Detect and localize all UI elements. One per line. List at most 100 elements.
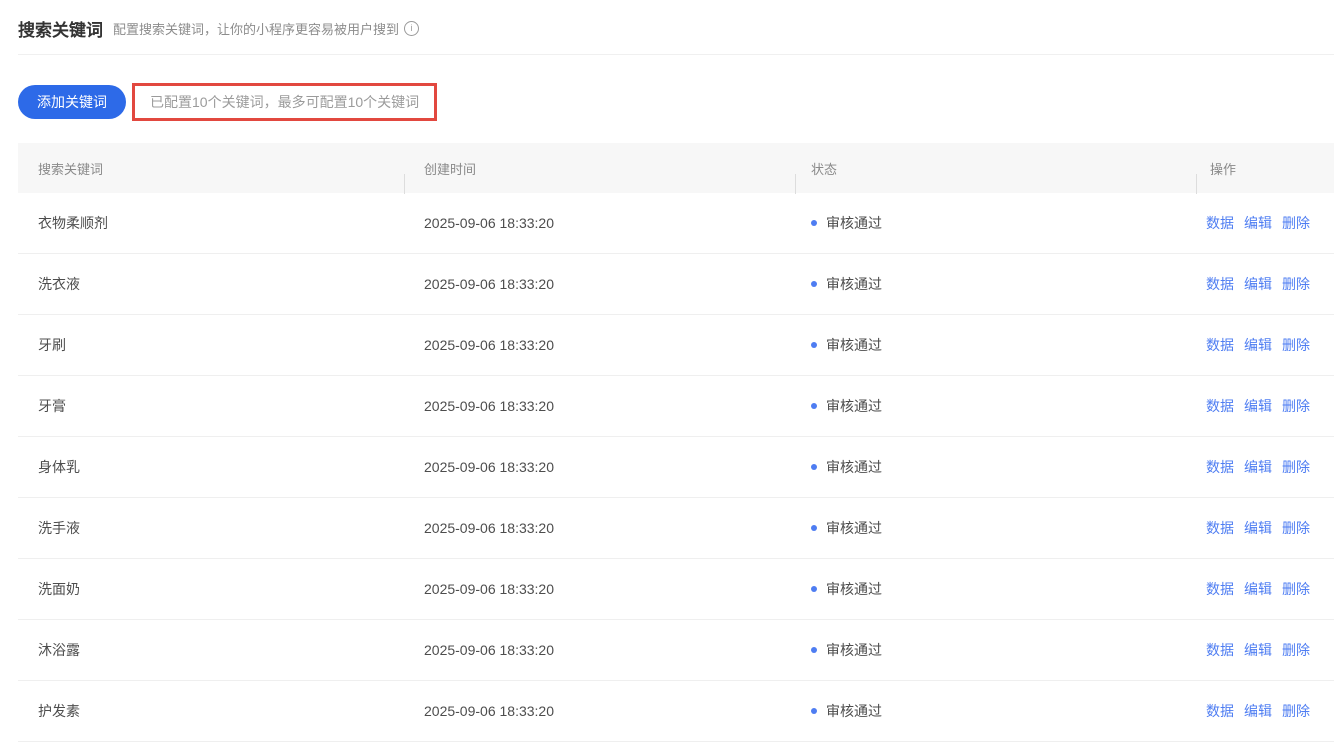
keyword-cell: 牙刷 (18, 335, 404, 355)
created-time-cell: 2025-09-06 18:33:20 (404, 215, 795, 231)
status-dot-icon (811, 281, 817, 287)
actions-cell: 数据 编辑 删除 (1196, 396, 1334, 416)
edit-link[interactable]: 编辑 (1244, 213, 1272, 233)
actions-cell: 数据 编辑 删除 (1196, 640, 1334, 660)
edit-link[interactable]: 编辑 (1244, 701, 1272, 721)
status-dot-icon (811, 647, 817, 653)
table-row: 洗手液 2025-09-06 18:33:20 审核通过 数据 编辑 删除 (18, 498, 1334, 559)
status-cell: 审核通过 (795, 213, 1196, 233)
delete-link[interactable]: 删除 (1282, 640, 1310, 660)
actions-cell: 数据 编辑 删除 (1196, 518, 1334, 538)
table-row: 洗衣液 2025-09-06 18:33:20 审核通过 数据 编辑 删除 (18, 254, 1334, 315)
table-row: 洗面奶 2025-09-06 18:33:20 审核通过 数据 编辑 删除 (18, 559, 1334, 620)
status-text: 审核通过 (826, 579, 882, 599)
status-dot-icon (811, 220, 817, 226)
delete-link[interactable]: 删除 (1282, 701, 1310, 721)
column-header-actions: 操作 (1196, 159, 1334, 178)
edit-link[interactable]: 编辑 (1244, 579, 1272, 599)
add-keyword-button[interactable]: 添加关键词 (18, 85, 126, 119)
toolbar: 添加关键词 已配置10个关键词，最多可配置10个关键词 (18, 79, 1334, 125)
status-cell: 审核通过 (795, 274, 1196, 294)
status-text: 审核通过 (826, 640, 882, 660)
column-header-keyword: 搜索关键词 (18, 159, 404, 178)
status-text: 审核通过 (826, 213, 882, 233)
status-text: 审核通过 (826, 518, 882, 538)
edit-link[interactable]: 编辑 (1244, 457, 1272, 477)
table-header-row: 搜索关键词 创建时间 状态 操作 (18, 143, 1334, 193)
edit-link[interactable]: 编辑 (1244, 274, 1272, 294)
data-link[interactable]: 数据 (1206, 518, 1234, 538)
created-time-cell: 2025-09-06 18:33:20 (404, 398, 795, 414)
page-title: 搜索关键词 (18, 16, 103, 41)
delete-link[interactable]: 删除 (1282, 335, 1310, 355)
status-cell: 审核通过 (795, 701, 1196, 721)
status-cell: 审核通过 (795, 396, 1196, 416)
edit-link[interactable]: 编辑 (1244, 518, 1272, 538)
data-link[interactable]: 数据 (1206, 640, 1234, 660)
table-row: 沐浴露 2025-09-06 18:33:20 审核通过 数据 编辑 删除 (18, 620, 1334, 681)
keyword-cell: 洗衣液 (18, 274, 404, 294)
created-time-cell: 2025-09-06 18:33:20 (404, 459, 795, 475)
status-dot-icon (811, 403, 817, 409)
status-cell: 审核通过 (795, 640, 1196, 660)
data-link[interactable]: 数据 (1206, 457, 1234, 477)
data-link[interactable]: 数据 (1206, 579, 1234, 599)
status-dot-icon (811, 525, 817, 531)
status-cell: 审核通过 (795, 579, 1196, 599)
delete-link[interactable]: 删除 (1282, 518, 1310, 538)
table-row: 衣物柔顺剂 2025-09-06 18:33:20 审核通过 数据 编辑 删除 (18, 193, 1334, 254)
actions-cell: 数据 编辑 删除 (1196, 335, 1334, 355)
page-subtitle: 配置搜索关键词，让你的小程序更容易被用户搜到 (113, 19, 399, 38)
keyword-cell: 洗面奶 (18, 579, 404, 599)
data-link[interactable]: 数据 (1206, 335, 1234, 355)
table-row: 牙刷 2025-09-06 18:33:20 审核通过 数据 编辑 删除 (18, 315, 1334, 376)
quota-notice-highlight-box: 已配置10个关键词，最多可配置10个关键词 (132, 83, 437, 121)
status-text: 审核通过 (826, 335, 882, 355)
keyword-cell: 洗手液 (18, 518, 404, 538)
created-time-cell: 2025-09-06 18:33:20 (404, 703, 795, 719)
column-header-status: 状态 (795, 159, 1196, 178)
column-header-created-time: 创建时间 (404, 159, 795, 178)
actions-cell: 数据 编辑 删除 (1196, 213, 1334, 233)
status-dot-icon (811, 586, 817, 592)
page-header: 搜索关键词 配置搜索关键词，让你的小程序更容易被用户搜到 i (18, 16, 1334, 55)
status-cell: 审核通过 (795, 457, 1196, 477)
data-link[interactable]: 数据 (1206, 701, 1234, 721)
edit-link[interactable]: 编辑 (1244, 335, 1272, 355)
table-row: 身体乳 2025-09-06 18:33:20 审核通过 数据 编辑 删除 (18, 437, 1334, 498)
status-text: 审核通过 (826, 396, 882, 416)
created-time-cell: 2025-09-06 18:33:20 (404, 520, 795, 536)
delete-link[interactable]: 删除 (1282, 213, 1310, 233)
created-time-cell: 2025-09-06 18:33:20 (404, 581, 795, 597)
table-row: 护发素 2025-09-06 18:33:20 审核通过 数据 编辑 删除 (18, 681, 1334, 742)
keyword-cell: 衣物柔顺剂 (18, 213, 404, 233)
status-cell: 审核通过 (795, 335, 1196, 355)
created-time-cell: 2025-09-06 18:33:20 (404, 642, 795, 658)
created-time-cell: 2025-09-06 18:33:20 (404, 276, 795, 292)
delete-link[interactable]: 删除 (1282, 457, 1310, 477)
delete-link[interactable]: 删除 (1282, 579, 1310, 599)
keywords-page: 搜索关键词 配置搜索关键词，让你的小程序更容易被用户搜到 i 添加关键词 已配置… (0, 0, 1334, 742)
keywords-table: 搜索关键词 创建时间 状态 操作 衣物柔顺剂 2025-09-06 18:33:… (18, 143, 1334, 742)
status-cell: 审核通过 (795, 518, 1196, 538)
delete-link[interactable]: 删除 (1282, 396, 1310, 416)
keyword-cell: 牙膏 (18, 396, 404, 416)
status-text: 审核通过 (826, 701, 882, 721)
info-circle-icon[interactable]: i (404, 21, 419, 36)
data-link[interactable]: 数据 (1206, 396, 1234, 416)
edit-link[interactable]: 编辑 (1244, 640, 1272, 660)
edit-link[interactable]: 编辑 (1244, 396, 1272, 416)
table-row: 牙膏 2025-09-06 18:33:20 审核通过 数据 编辑 删除 (18, 376, 1334, 437)
actions-cell: 数据 编辑 删除 (1196, 579, 1334, 599)
status-dot-icon (811, 342, 817, 348)
created-time-cell: 2025-09-06 18:33:20 (404, 337, 795, 353)
data-link[interactable]: 数据 (1206, 274, 1234, 294)
keyword-cell: 身体乳 (18, 457, 404, 477)
keyword-cell: 沐浴露 (18, 640, 404, 660)
delete-link[interactable]: 删除 (1282, 274, 1310, 294)
status-text: 审核通过 (826, 274, 882, 294)
actions-cell: 数据 编辑 删除 (1196, 457, 1334, 477)
data-link[interactable]: 数据 (1206, 213, 1234, 233)
actions-cell: 数据 编辑 删除 (1196, 274, 1334, 294)
keyword-cell: 护发素 (18, 701, 404, 721)
